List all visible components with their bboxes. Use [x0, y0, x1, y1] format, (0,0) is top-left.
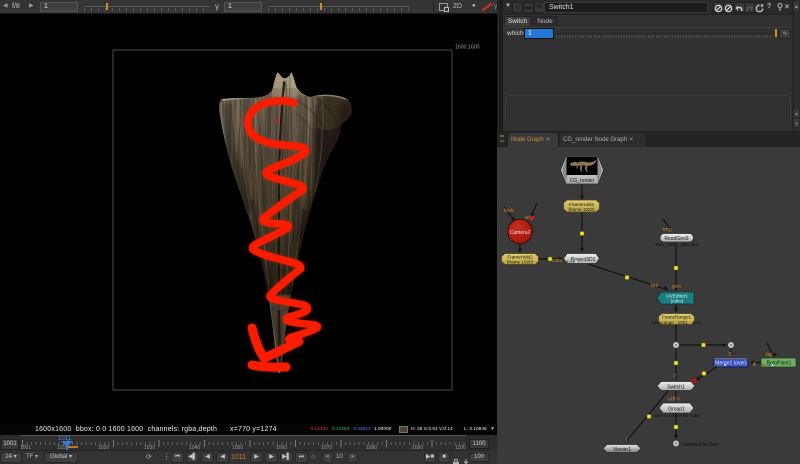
svg-text:cam: cam — [552, 258, 563, 264]
svg-text:RotoPaint1: RotoPaint1 — [767, 361, 792, 367]
svg-text:look: look — [504, 208, 514, 214]
svg-text:udim range : 1001 - 1022: udim range : 1001 - 1022 — [651, 320, 703, 325]
svg-text:img: img — [663, 227, 672, 233]
svg-text:Camera2: Camera2 — [510, 230, 531, 236]
svg-text:(frame 1020): (frame 1020) — [507, 260, 534, 265]
svg-text:Trex_UVtile_skin.abc: Trex_UVtile_skin.abc — [655, 242, 699, 247]
svg-text:1600,1600: 1600,1600 — [455, 45, 480, 51]
svg-text:Group1: Group1 — [668, 406, 685, 412]
svg-text:[udim]: [udim] — [671, 299, 684, 304]
svg-text:Merge1 (over): Merge1 (over) — [715, 361, 747, 367]
svg-text:udim: udim — [668, 397, 680, 403]
svg-text:geo: geo — [672, 284, 681, 290]
svg-text:bg: bg — [766, 352, 772, 358]
svg-text:0: 0 — [674, 374, 677, 380]
svg-text:tex: tex — [651, 283, 658, 289]
svg-text:Switch1: Switch1 — [667, 384, 685, 390]
svg-text:(frame 1020): (frame 1020) — [568, 207, 595, 212]
svg-text:A: A — [753, 362, 757, 368]
svg-text:Viewer1: Viewer1 — [613, 447, 631, 453]
svg-text:1: 1 — [625, 438, 628, 444]
svg-text:CG_render: CG_render — [570, 178, 595, 184]
svg-text:udim combine for nuke: udim combine for nuke — [653, 413, 700, 418]
svg-text:FrameRange1: FrameRange1 — [662, 315, 692, 320]
svg-text:ReadGeo3: ReadGeo3 — [664, 236, 688, 242]
svg-text:B: B — [729, 352, 733, 358]
svg-text:Connect to Geo: Connect to Geo — [681, 442, 719, 448]
